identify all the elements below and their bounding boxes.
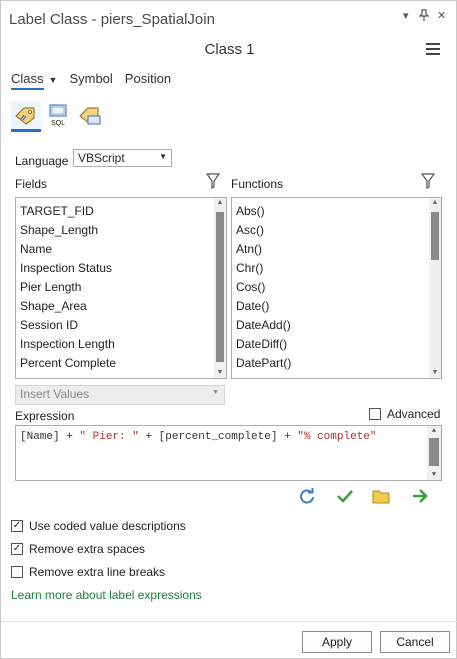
list-item[interactable]: Date() xyxy=(232,297,441,316)
list-item[interactable]: Asc() xyxy=(232,221,441,240)
functions-scroll-thumb[interactable] xyxy=(431,212,439,260)
sql-query-button[interactable]: SQL xyxy=(43,101,73,129)
list-item[interactable]: DateAdd() xyxy=(232,316,441,335)
list-item[interactable]: Shape_Length xyxy=(16,221,226,240)
list-item[interactable]: Cos() xyxy=(232,278,441,297)
option-coded-values[interactable]: ✓ Use coded value descriptions xyxy=(11,519,186,533)
language-select[interactable]: VBScript ▼ xyxy=(73,149,172,167)
label-placement-icon xyxy=(79,107,101,125)
list-item[interactable]: Inspection Status xyxy=(16,259,226,278)
option-extra-line-breaks[interactable]: Remove extra line breaks xyxy=(11,565,165,579)
fields-filter-icon[interactable] xyxy=(205,173,221,192)
list-item[interactable]: Session ID xyxy=(16,316,226,335)
pin-icon[interactable] xyxy=(418,9,430,24)
reset-icon[interactable] xyxy=(298,487,316,508)
advanced-checkbox[interactable] xyxy=(369,408,381,420)
scroll-up-icon[interactable]: ▲ xyxy=(427,426,441,436)
functions-label: Functions xyxy=(231,177,284,191)
run-arrow-icon[interactable] xyxy=(411,487,429,508)
coded-values-checkbox[interactable]: ✓ xyxy=(11,520,23,532)
list-item[interactable]: Inspection Length xyxy=(16,335,226,354)
fields-scrollbar[interactable]: ▲ ▼ xyxy=(214,198,226,378)
sql-icon-text: SQL xyxy=(51,120,65,127)
fields-label: Fields xyxy=(15,177,48,191)
insert-values-label: Insert Values xyxy=(20,387,90,401)
scroll-up-icon[interactable]: ▲ xyxy=(429,198,441,208)
fields-list[interactable]: TARGET_FID Shape_Length Name Inspection … xyxy=(15,197,227,379)
language-label: Language xyxy=(15,154,69,168)
menu-icon[interactable] xyxy=(426,43,440,55)
insert-values-select: Insert Values ▼ xyxy=(15,385,225,405)
expression-mode-button[interactable] xyxy=(11,101,41,132)
sql-query-icon: SQL xyxy=(49,104,67,127)
cancel-button[interactable]: Cancel xyxy=(380,631,450,653)
scroll-down-icon[interactable]: ▼ xyxy=(427,470,441,480)
expression-mode-bar: SQL xyxy=(11,101,105,132)
functions-scrollbar[interactable]: ▲ ▼ xyxy=(429,198,441,378)
advanced-toggle[interactable]: Advanced xyxy=(369,407,440,421)
fields-scroll-thumb[interactable] xyxy=(216,212,224,362)
footer-divider xyxy=(1,621,457,622)
list-item[interactable]: Abs() xyxy=(232,202,441,221)
chevron-down-icon[interactable]: ▼ xyxy=(49,75,58,85)
list-item[interactable]: DatePart() xyxy=(232,354,441,373)
extra-line-breaks-checkbox[interactable] xyxy=(11,566,23,578)
label-class-pane: Label Class - piers_SpatialJoin ▾ ✕ Clas… xyxy=(0,0,457,659)
expression-label: Expression xyxy=(15,409,75,423)
pane-title: Label Class - piers_SpatialJoin xyxy=(9,11,215,28)
expression-icon xyxy=(15,107,35,125)
chevron-down-icon: ▼ xyxy=(212,389,219,396)
chevron-down-icon: ▼ xyxy=(159,152,167,161)
tab-class[interactable]: Class ▼ xyxy=(11,71,58,90)
folder-icon[interactable] xyxy=(372,487,390,508)
learn-more-link[interactable]: Learn more about label expressions xyxy=(11,588,202,602)
extra-spaces-checkbox[interactable]: ✓ xyxy=(11,543,23,555)
scroll-down-icon[interactable]: ▼ xyxy=(214,368,226,378)
tab-symbol[interactable]: Symbol xyxy=(69,71,112,86)
pane-options-dropdown-icon[interactable]: ▾ xyxy=(403,9,409,22)
list-item[interactable]: TARGET_FID xyxy=(16,202,226,221)
list-item[interactable]: Atn() xyxy=(232,240,441,259)
close-icon[interactable]: ✕ xyxy=(437,9,446,22)
expression-scrollbar[interactable]: ▲ ▼ xyxy=(427,426,441,480)
expression-editor[interactable]: [Name] + " Pier: " + [percent_complete] … xyxy=(15,425,442,481)
coded-values-label: Use coded value descriptions xyxy=(29,519,186,533)
verify-icon[interactable] xyxy=(336,487,354,508)
apply-button[interactable]: Apply xyxy=(302,631,372,653)
class-title: Class 1 xyxy=(204,41,255,58)
functions-list[interactable]: Abs() Asc() Atn() Chr() Cos() Date() Dat… xyxy=(231,197,442,379)
functions-filter-icon[interactable] xyxy=(420,173,436,192)
advanced-label: Advanced xyxy=(387,407,441,421)
option-extra-spaces[interactable]: ✓ Remove extra spaces xyxy=(11,542,145,556)
list-item[interactable]: Pier Length xyxy=(16,278,226,297)
label-placement-button[interactable] xyxy=(75,101,105,129)
extra-line-breaks-label: Remove extra line breaks xyxy=(29,565,166,579)
list-item[interactable]: Name xyxy=(16,240,226,259)
scroll-down-icon[interactable]: ▼ xyxy=(429,368,441,378)
expression-text: [Name] + " Pier: " + [percent_complete] … xyxy=(20,431,377,443)
tab-bar: Class ▼ Symbol Position xyxy=(11,71,171,90)
list-item[interactable]: Percent Complete xyxy=(16,354,226,373)
expression-scroll-thumb[interactable] xyxy=(429,438,439,466)
list-item[interactable]: Shape_Area xyxy=(16,297,226,316)
scroll-up-icon[interactable]: ▲ xyxy=(214,198,226,208)
tab-position[interactable]: Position xyxy=(125,71,171,86)
extra-spaces-label: Remove extra spaces xyxy=(29,542,146,556)
list-item[interactable]: Chr() xyxy=(232,259,441,278)
list-item[interactable]: DateDiff() xyxy=(232,335,441,354)
language-select-value: VBScript xyxy=(78,151,125,165)
